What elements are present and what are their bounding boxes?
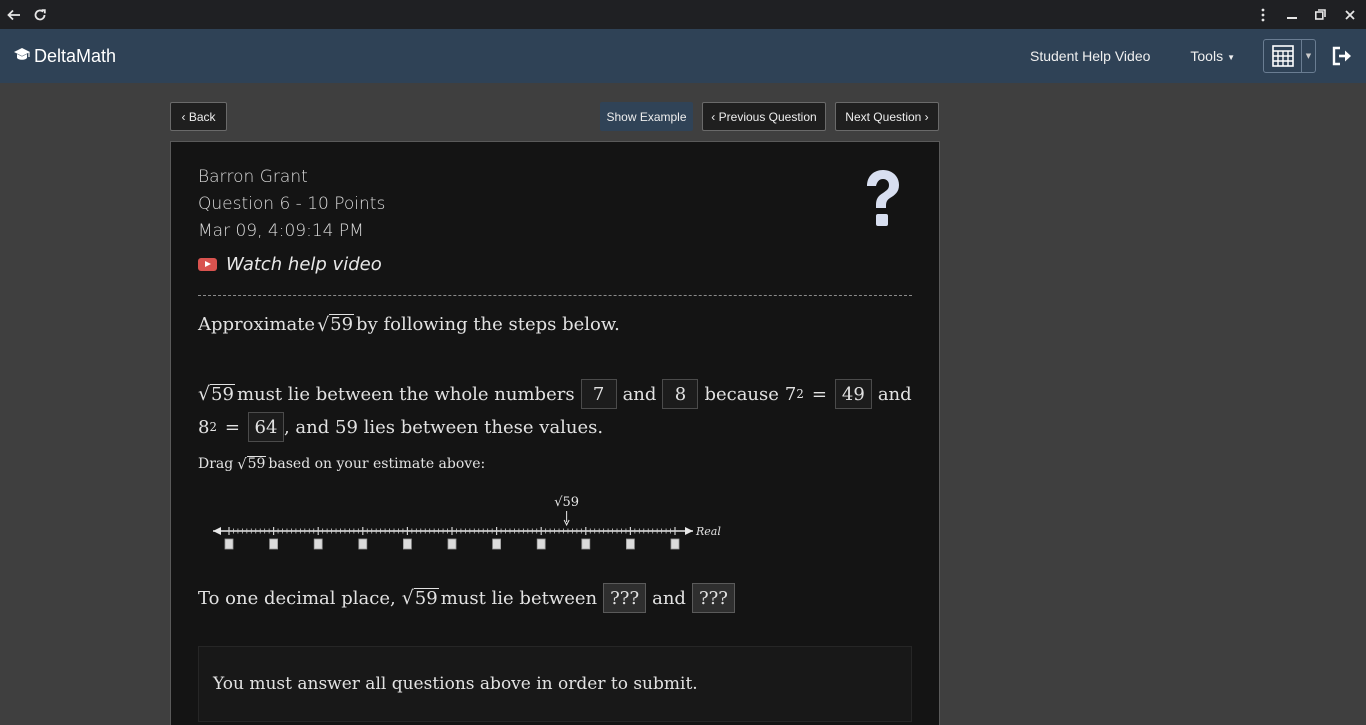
previous-question-button[interactable]: ‹ Previous Question [702, 102, 826, 131]
prompt: Approximate √ 59 by following the steps b… [198, 314, 620, 335]
tick-label-box [625, 538, 635, 550]
student-name: Barron Grant [198, 167, 308, 187]
tick-label-box [581, 538, 591, 550]
next-question-label: Next Question [845, 109, 922, 124]
base-a: 7 [784, 383, 797, 405]
step1-line-b: 82 = 64 , and 59 lies between these valu… [198, 412, 603, 442]
chevron-left-icon: ‹ [181, 109, 189, 124]
exponent-a: 2 [796, 387, 804, 401]
question-mark-icon [861, 168, 905, 230]
calculator-icon [1264, 40, 1302, 72]
step2-line: To one decimal place, √ 59 must lie betwe… [198, 583, 741, 613]
square-b-input[interactable]: 64 [247, 412, 284, 442]
because-text: because [704, 383, 779, 405]
prompt-suffix: by following the steps below. [356, 314, 620, 335]
question-date: Mar 09, 4:09:14 PM [198, 221, 364, 241]
question-panel: Barron Grant Question 6 - 10 Points Mar … [170, 141, 940, 725]
minimize-icon[interactable] [1277, 0, 1306, 29]
radicand: 59 [413, 587, 439, 609]
calculator-dropdown-icon[interactable]: ▼ [1302, 40, 1315, 72]
more-options-icon[interactable] [1248, 0, 1277, 29]
step1-line-a: √ 59 must lie between the whole numbers 7… [198, 379, 912, 409]
divider [198, 295, 912, 296]
axis-arrow-left [213, 527, 221, 535]
drag-instruction: Drag √ 59 based on your estimate above: [198, 456, 485, 472]
and-text: and [622, 383, 657, 405]
tick-label-box [313, 538, 323, 550]
graduation-cap-icon [13, 47, 31, 66]
next-question-button[interactable]: Next Question › [835, 102, 939, 131]
step1-text: must lie between the whole numbers [236, 383, 575, 405]
exponent-b: 2 [209, 420, 217, 434]
draggable-sqrt-label: √59 [554, 495, 579, 510]
brand-logo[interactable]: DeltaMath [13, 46, 116, 67]
chevron-left-icon: ‹ [711, 109, 719, 124]
step2-middle: must lie between [440, 587, 598, 609]
student-help-video-link[interactable]: Student Help Video [1030, 48, 1150, 64]
tick-label-box [402, 538, 412, 550]
tick-label-box [358, 538, 368, 550]
sqrt-expression: √ 59 [317, 313, 355, 336]
restore-icon[interactable] [1306, 0, 1335, 29]
back-label: Back [188, 109, 216, 124]
chevron-right-icon: › [921, 109, 929, 124]
tick-label-box [269, 538, 278, 550]
tools-menu[interactable]: Tools ▼ [1190, 48, 1235, 64]
equals-sign: = [224, 416, 240, 438]
number-line[interactable]: Real √59 [209, 484, 729, 554]
radicand: 59 [329, 314, 355, 336]
app-header: DeltaMath Student Help Video Tools ▼ ▼ [0, 29, 1366, 83]
tick-label-box [536, 538, 546, 550]
calculator-button[interactable]: ▼ [1263, 39, 1316, 73]
tools-label: Tools [1190, 48, 1224, 64]
and-text: and [877, 383, 912, 405]
watch-help-video-label: Watch help video [226, 254, 382, 275]
step2-prefix: To one decimal place, [198, 587, 396, 609]
submit-notice-text: You must answer all questions above in o… [213, 674, 698, 694]
caret-down-icon: ▼ [1227, 52, 1235, 62]
tick-label-box [447, 538, 457, 550]
drag-suffix: based on your estimate above: [268, 456, 486, 473]
sqrt-expression: √ 59 [198, 383, 235, 406]
and-text: and [652, 587, 686, 609]
tick-label-box [224, 538, 234, 550]
show-example-button[interactable]: Show Example [600, 102, 693, 131]
submit-notice: You must answer all questions above in o… [198, 646, 912, 722]
youtube-icon [198, 258, 217, 271]
tick-label-box [492, 538, 502, 550]
tick-label-box [670, 538, 680, 550]
previous-question-label: Previous Question [718, 109, 817, 124]
axis-arrow-right [685, 527, 693, 535]
logout-icon[interactable] [1330, 44, 1354, 68]
close-icon[interactable] [1335, 0, 1364, 29]
step1-tail: , and 59 lies between these values. [283, 416, 604, 438]
equals-sign: = [811, 383, 827, 405]
radicand: 59 [210, 383, 235, 405]
lower-whole-number-input[interactable]: 7 [580, 379, 617, 409]
drag-prefix: Drag [198, 456, 234, 473]
axis-label: Real [695, 525, 721, 538]
square-a-input[interactable]: 49 [834, 379, 872, 409]
back-button[interactable]: ‹ Back [170, 102, 227, 131]
radicand: 59 [246, 456, 267, 472]
upper-decimal-input[interactable]: ??? [691, 583, 735, 613]
question-title: Question 6 - 10 Points [198, 194, 386, 214]
prompt-prefix: Approximate [198, 314, 316, 335]
upper-whole-number-input[interactable]: 8 [662, 379, 699, 409]
sqrt-expression: √ 59 [401, 587, 439, 610]
lower-decimal-input[interactable]: ??? [603, 583, 647, 613]
watch-help-video-link[interactable]: Watch help video [198, 254, 382, 275]
reload-icon[interactable] [27, 0, 53, 29]
base-b: 8 [198, 416, 210, 438]
browser-toolbar [0, 0, 1366, 29]
question-info: Barron Grant Question 6 - 10 Points Mar … [198, 164, 385, 245]
brand-name: DeltaMath [34, 45, 117, 66]
sqrt-expression: √ 59 [237, 455, 267, 473]
arrow-left-icon[interactable] [1, 0, 27, 29]
show-example-label: Show Example [606, 109, 687, 124]
number-line-drawing: Real √59 [213, 495, 721, 550]
